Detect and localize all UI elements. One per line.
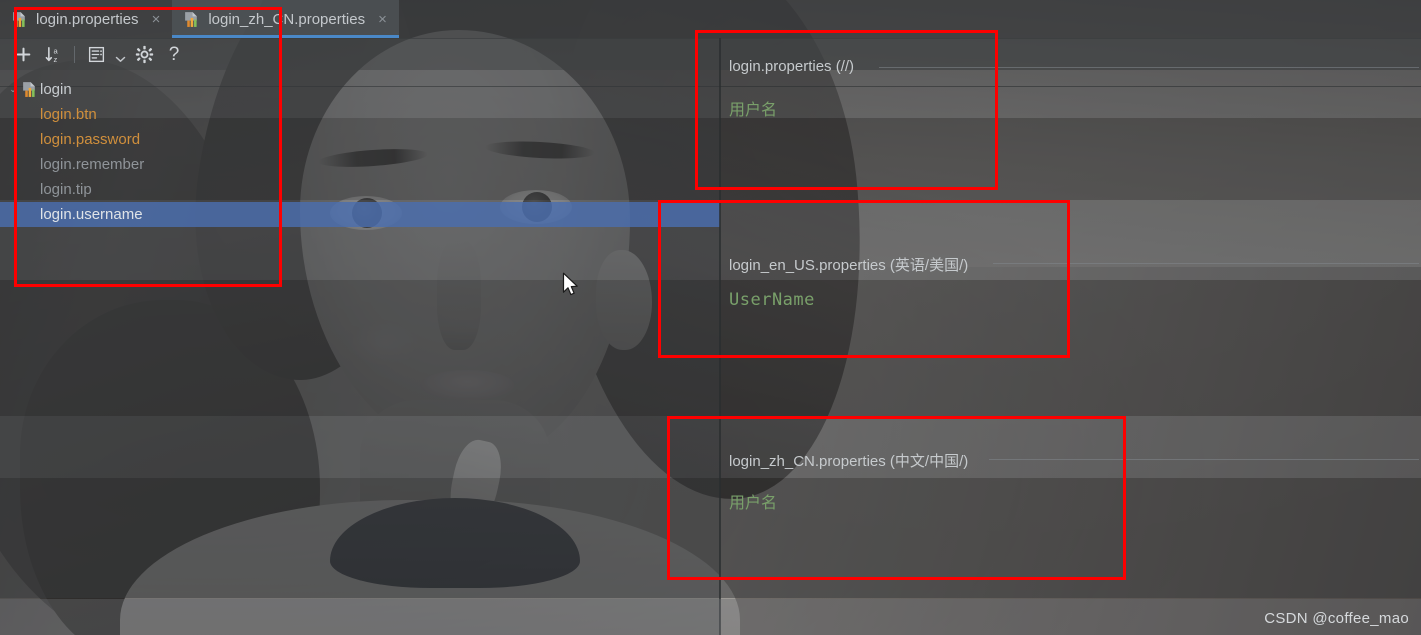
settings-button[interactable] [130, 41, 158, 67]
editor-value[interactable]: UserName [729, 290, 815, 310]
resource-bundle-editor: login.properties × login_zh_CN.propertie… [0, 0, 1421, 635]
resource-bundle-icon [185, 11, 198, 27]
editor-tab-bar: login.properties × login_zh_CN.propertie… [0, 0, 1421, 38]
tab-login-properties[interactable]: login.properties × [0, 0, 172, 38]
group-by-prefix-button[interactable] [82, 41, 110, 67]
add-property-button[interactable] [9, 41, 37, 67]
tree-node-label: login.btn [40, 106, 97, 123]
editor-login-properties: login.properties (//) 用户名 [721, 38, 1421, 190]
tree-node-login-username[interactable]: login.username [0, 202, 720, 227]
tree-view-icon [88, 46, 104, 62]
properties-tree: ⌄ login login.btn login.password login.r… [0, 70, 720, 635]
tree-node-login-remember[interactable]: login.remember [0, 152, 720, 177]
sort-alphabetically-button[interactable]: a z [39, 41, 67, 67]
close-icon[interactable]: × [378, 12, 387, 27]
help-button[interactable]: ? [160, 41, 188, 67]
svg-text:z: z [53, 54, 57, 63]
editor-title: login.properties (//) [729, 58, 855, 75]
question-mark-icon: ? [168, 43, 180, 65]
translation-editors: login.properties (//) 用户名 login_en_US.pr… [721, 38, 1421, 635]
watermark: CSDN @coffee_mao [1264, 610, 1409, 627]
editor-title: login_en_US.properties (英语/美国/) [729, 257, 969, 274]
tree-node-login-root[interactable]: ⌄ login [0, 77, 720, 102]
close-icon[interactable]: × [152, 12, 161, 27]
plus-icon [16, 47, 30, 61]
chevron-down-icon[interactable]: ⌄ [6, 84, 20, 95]
editor-value[interactable]: 用户名 [729, 489, 777, 513]
tree-node-label: login.remember [40, 156, 145, 173]
gear-icon [135, 45, 153, 63]
bottom-band [0, 599, 1421, 635]
tab-login-zh-cn-properties[interactable]: login_zh_CN.properties × [172, 0, 399, 38]
editor-login-zh-cn-properties: login_zh_CN.properties (中文/中国/) 用户名 [721, 424, 1421, 604]
editor-login-en-us-properties: login_en_US.properties (英语/美国/) UserName [721, 228, 1421, 394]
tree-node-label: login.password [40, 131, 141, 148]
editor-title: login_zh_CN.properties (中文/中国/) [729, 453, 969, 470]
toolbar-divider [74, 45, 75, 63]
tree-node-login-btn[interactable]: login.btn [0, 102, 720, 127]
editor-value[interactable]: 用户名 [729, 96, 777, 120]
resource-bundle-icon [13, 11, 25, 27]
tab-label: login.properties [36, 10, 139, 28]
tree-node-label: login.username [40, 206, 143, 223]
tree-node-label: login.tip [40, 181, 92, 198]
tab-label: login_zh_CN.properties [208, 10, 366, 28]
resource-bundle-icon [20, 81, 38, 98]
chevron-down-icon [115, 56, 125, 62]
sort-az-icon: a z [45, 46, 58, 63]
more-options-button[interactable] [112, 41, 128, 67]
tree-node-login-password[interactable]: login.password [0, 127, 720, 152]
tree-node-label: login [40, 81, 72, 98]
tree-node-login-tip[interactable]: login.tip [0, 177, 720, 202]
